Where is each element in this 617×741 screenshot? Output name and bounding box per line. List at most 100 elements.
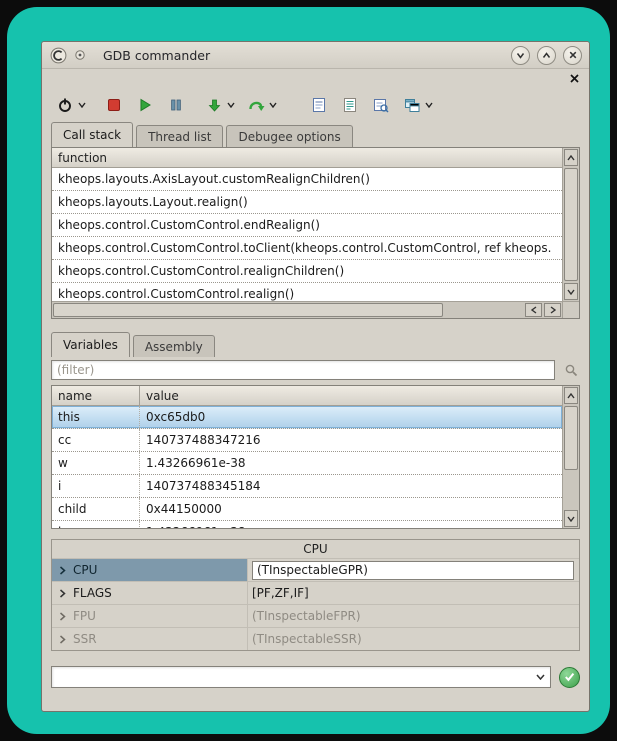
cpu-group-value: [PF,ZF,IF] [252,586,309,600]
titlebar[interactable]: GDB commander [42,42,589,69]
gdb-command-input[interactable] [52,667,531,687]
debug-windows-button[interactable] [401,92,423,118]
callstack-vertical-scrollbar[interactable] [562,148,579,301]
variable-row[interactable]: b 1.43266961e-38 [52,521,562,528]
filter-input[interactable] [51,360,555,380]
callstack-row[interactable]: kheops.control.CustomControl.realign() [52,283,562,301]
callstack-horizontal-scrollbar[interactable] [52,301,562,318]
pause-button[interactable] [165,92,187,118]
callstack-row[interactable]: kheops.control.CustomControl.endRealign(… [52,214,562,237]
variable-name: b [52,521,140,528]
open-source-button[interactable] [308,92,330,118]
variable-row[interactable]: w 1.43266961e-38 [52,452,562,475]
window-title: GDB commander [103,48,210,63]
scroll-up-icon[interactable] [564,149,578,166]
close-button[interactable] [563,46,582,65]
variables-table: name value this 0xc65db0 cc 140737488347… [52,386,562,528]
watch-window-button[interactable] [370,92,392,118]
cpu-register-group[interactable]: FPU [52,605,248,627]
tab-assembly[interactable]: Assembly [133,335,215,357]
expand-icon[interactable] [57,635,68,644]
filter-row [51,358,580,382]
cpu-register-group[interactable]: FLAGS [52,582,248,604]
debug-windows-dropdown-icon[interactable] [423,92,434,118]
app-icon[interactable] [49,46,67,64]
combobox-dropdown-icon[interactable] [531,667,550,687]
stop-button[interactable] [103,92,125,118]
scrollbar-thumb[interactable] [564,168,578,281]
callstack-column-header[interactable]: function [52,148,562,168]
power-button[interactable] [54,92,76,118]
cpu-group-name: FLAGS [73,586,112,600]
scroll-down-icon[interactable] [564,510,578,527]
variable-name: this [52,406,140,428]
scroll-down-icon[interactable] [564,283,578,300]
shade-button[interactable] [511,46,530,65]
cpu-row[interactable]: FLAGS [PF,ZF,IF] [52,581,579,604]
scroll-right-icon[interactable] [544,303,561,317]
scroll-left-icon[interactable] [525,303,542,317]
callstack-row[interactable]: kheops.layouts.Layout.realign() [52,191,562,214]
cpu-row[interactable]: SSR (TInspectableSSR) [52,627,579,650]
expand-icon[interactable] [57,612,68,621]
variable-name: i [52,475,140,497]
variables-vertical-scrollbar[interactable] [562,386,579,528]
tab-call-stack[interactable]: Call stack [51,122,133,147]
top-tabs: Call stack Thread list Debugee options [42,123,589,147]
panel-splitter[interactable] [42,319,589,333]
column-header-value[interactable]: value [140,389,562,403]
step-over-button[interactable] [245,92,267,118]
run-button[interactable] [134,92,156,118]
callstack-row[interactable]: kheops.layouts.AxisLayout.customRealignC… [52,168,562,191]
stop-icon [107,98,121,112]
tab-debugee-options[interactable]: Debugee options [226,125,352,147]
run-icon [138,98,152,112]
debug-toolbar [42,87,589,123]
gdb-command-combobox[interactable] [51,666,551,688]
step-into-button[interactable] [203,92,225,118]
command-row [51,665,580,689]
callstack-list: function kheops.layouts.AxisLayout.custo… [52,148,562,301]
gdb-commander-window: GDB commander [41,41,590,712]
cpu-row[interactable]: FPU (TInspectableFPR) [52,604,579,627]
cpu-group-name: FPU [73,609,96,623]
variable-value: 1.43266961e-38 [140,521,562,528]
scrollbar-thumb[interactable] [53,303,443,317]
windows-icon [404,98,420,113]
dock-close-icon[interactable] [568,72,580,84]
variables-tabs: Variables Assembly [42,333,589,357]
check-icon [564,672,575,682]
desktop-teal-frame: GDB commander [7,7,610,734]
cpu-group-value: (TInspectableSSR) [252,632,362,646]
send-command-button[interactable] [559,667,580,688]
variable-row[interactable]: i 140737488345184 [52,475,562,498]
cpu-row[interactable]: CPU (TInspectableGPR) [52,558,579,581]
cpu-register-group[interactable]: SSR [52,628,248,650]
dock-header [42,69,589,87]
step-into-icon [207,98,222,113]
message-log-button[interactable] [339,92,361,118]
scroll-up-icon[interactable] [564,387,578,404]
maximize-button[interactable] [537,46,556,65]
expand-icon[interactable] [57,566,68,575]
cpu-register-group[interactable]: CPU [52,559,248,581]
variable-row[interactable]: this 0xc65db0 [52,406,562,429]
column-header-name[interactable]: name [52,386,140,405]
callstack-row[interactable]: kheops.control.CustomControl.toClient(kh… [52,237,562,260]
expand-icon[interactable] [57,589,68,598]
step-into-dropdown-icon[interactable] [225,92,236,118]
tab-thread-list[interactable]: Thread list [136,125,223,147]
sticky-icon[interactable] [71,46,89,64]
power-dropdown-icon[interactable] [76,92,87,118]
step-over-dropdown-icon[interactable] [267,92,278,118]
callstack-row[interactable]: kheops.control.CustomControl.realignChil… [52,260,562,283]
variable-row[interactable]: cc 140737488347216 [52,429,562,452]
variable-row[interactable]: child 0x44150000 [52,498,562,521]
filter-search-icon[interactable] [562,361,580,379]
variable-name: cc [52,429,140,451]
scrollbar-thumb[interactable] [564,406,578,470]
variable-value: 0xc65db0 [140,406,562,428]
variable-value: 1.43266961e-38 [140,452,562,474]
tab-variables[interactable]: Variables [51,332,130,357]
cpu-value-editor[interactable]: (TInspectableGPR) [252,561,574,580]
